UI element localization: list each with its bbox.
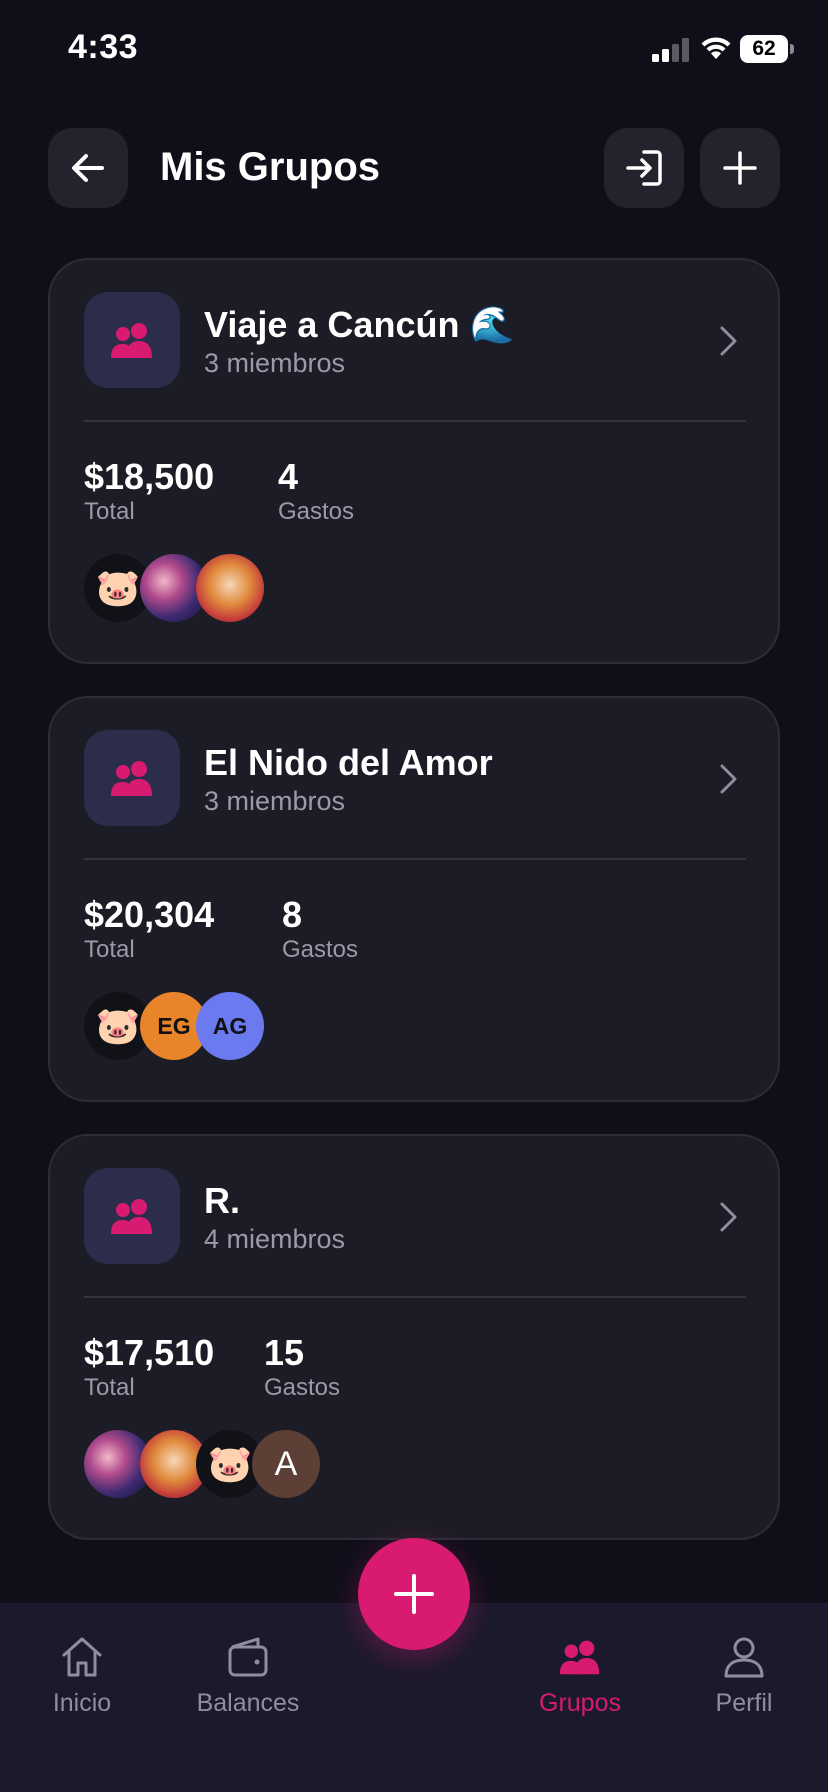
users-icon [559, 1640, 600, 1675]
wifi-icon [701, 37, 731, 59]
group-name: R. [204, 1180, 240, 1221]
battery-level: 62 [740, 35, 788, 63]
add-expense-fab[interactable] [358, 1538, 470, 1650]
group-expenses-label: Gastos [264, 1374, 341, 1401]
nav-label: Inicio [52, 1689, 112, 1717]
group-total-value: $20,304 [84, 894, 215, 935]
group-name: El Nido del Amor [204, 742, 493, 783]
cellular-signal-icon [652, 38, 689, 62]
divider [84, 858, 746, 860]
nav-label: Balances [196, 1689, 300, 1717]
group-icon-box [84, 730, 180, 826]
divider [84, 1296, 746, 1298]
group-expenses-value: 4 [278, 456, 299, 497]
login-icon [626, 150, 662, 186]
group-card[interactable]: R. 4 miembros $17,510 Total 15 Gastos 🐷 … [48, 1134, 780, 1540]
group-icon-box [84, 1168, 180, 1264]
users-icon [111, 323, 152, 358]
divider [84, 420, 746, 422]
add-group-button[interactable] [700, 128, 780, 208]
group-members-count: 4 miembros [204, 1224, 346, 1254]
nav-label: Grupos [539, 1689, 621, 1717]
group-icon-box [84, 292, 180, 388]
group-expenses-label: Gastos [282, 936, 359, 963]
group-card[interactable]: Viaje a Cancún 🌊 3 miembros $18,500 Tota… [48, 258, 780, 664]
group-members-count: 3 miembros [204, 348, 346, 378]
app-screen: 4:33 62 Mis Grupos Viaje a Cancún 🌊 3 mi… [0, 0, 828, 1792]
status-bar: 4:33 62 [0, 0, 828, 100]
member-avatar [196, 554, 264, 622]
chevron-right-icon [720, 326, 737, 356]
page-title: Mis Grupos [160, 145, 381, 189]
group-expenses-value: 15 [264, 1332, 305, 1373]
home-icon [62, 1637, 102, 1677]
nav-item-perfil[interactable]: Perfil [674, 1633, 814, 1718]
group-total-value: $17,510 [84, 1332, 215, 1373]
arrow-left-icon [72, 154, 104, 182]
group-total-label: Total [84, 498, 135, 525]
plus-icon [723, 151, 757, 185]
group-expenses-label: Gastos [278, 498, 355, 525]
group-expenses-value: 8 [282, 894, 303, 935]
user-icon [724, 1637, 764, 1678]
users-icon [111, 1199, 152, 1234]
group-total-label: Total [84, 936, 135, 963]
nav-item-inicio[interactable]: Inicio [12, 1633, 152, 1718]
member-avatar: A [252, 1430, 320, 1498]
member-avatar: AG [196, 992, 264, 1060]
nav-item-grupos[interactable]: Grupos [510, 1633, 650, 1718]
group-members-count: 3 miembros [204, 786, 346, 816]
status-time: 4:33 [68, 28, 139, 66]
join-group-button[interactable] [604, 128, 684, 208]
group-card[interactable]: El Nido del Amor 3 miembros $20,304 Tota… [48, 696, 780, 1102]
group-name: Viaje a Cancún 🌊 [204, 304, 515, 345]
group-total-label: Total [84, 1374, 135, 1401]
chevron-right-icon [720, 764, 737, 794]
users-icon [111, 761, 152, 796]
battery-icon: 62 [740, 35, 794, 63]
wallet-icon [228, 1637, 268, 1677]
group-total-value: $18,500 [84, 456, 215, 497]
back-button[interactable] [48, 128, 128, 208]
nav-item-balances[interactable]: Balances [178, 1633, 318, 1718]
chevron-right-icon [720, 1202, 737, 1232]
nav-label: Perfil [715, 1689, 773, 1717]
plus-icon [394, 1574, 434, 1614]
battery-tip [790, 44, 794, 54]
